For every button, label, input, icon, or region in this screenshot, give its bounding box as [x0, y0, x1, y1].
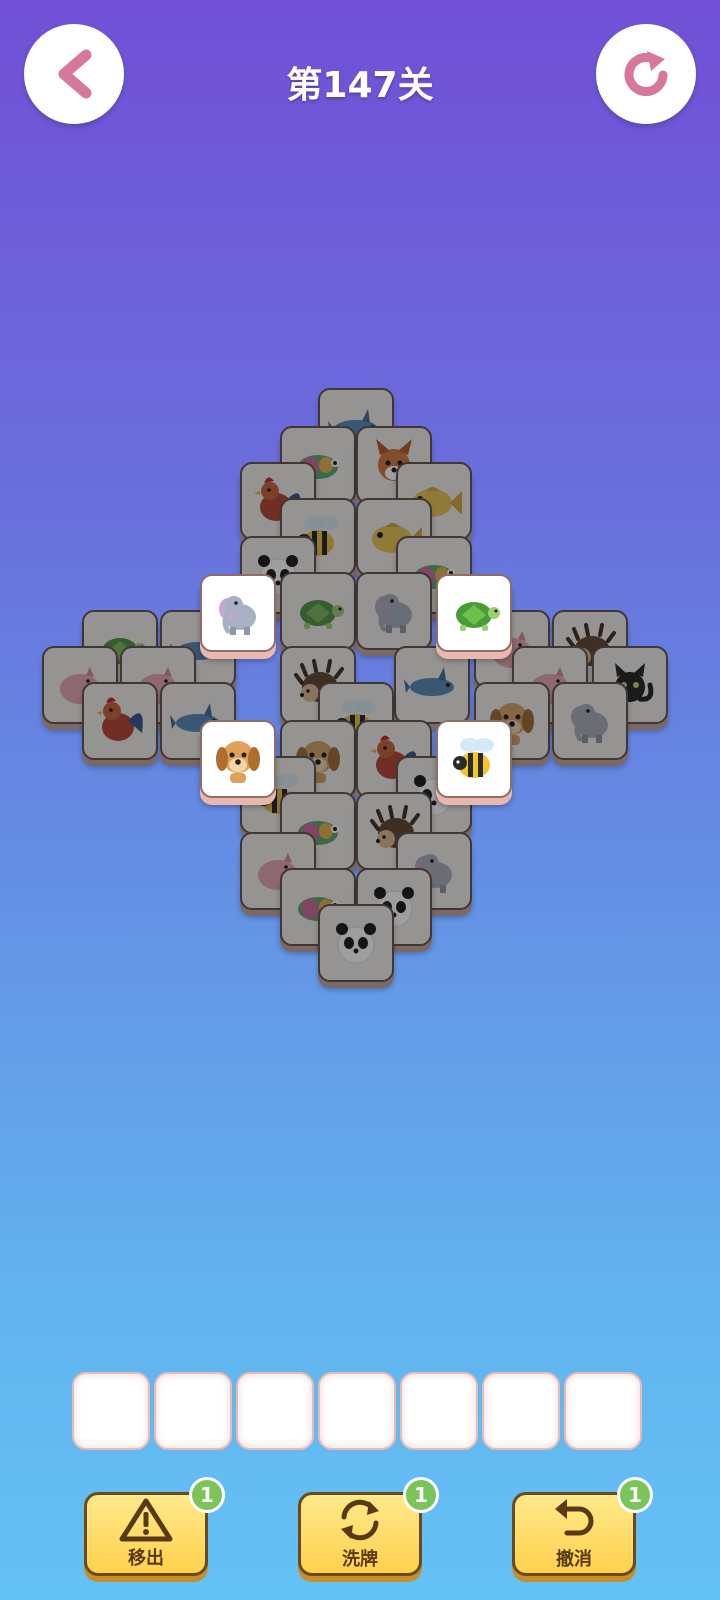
tile-dolphin — [394, 646, 470, 724]
undo-arrow-icon — [555, 1499, 594, 1536]
dog-icon — [216, 741, 260, 783]
shuffle-cycle-icon — [341, 1499, 379, 1541]
tray-slot — [482, 1372, 560, 1450]
tray-slot — [564, 1372, 642, 1450]
shuffle-label: 洗牌 — [342, 1549, 378, 1570]
tray-slot — [72, 1372, 150, 1450]
move-out-count-badge: 1 — [189, 1477, 225, 1513]
tile-turtle — [280, 572, 356, 650]
tile-tray — [72, 1372, 648, 1452]
undo-label: 撤消 — [556, 1549, 592, 1570]
tile-bee[interactable] — [436, 720, 512, 798]
shuffle-count-badge: 1 — [403, 1477, 439, 1513]
tray-slot — [318, 1372, 396, 1450]
tile-turtle[interactable] — [436, 574, 512, 652]
tray-slot — [236, 1372, 314, 1450]
move-out-label: 移出 — [128, 1548, 164, 1569]
tile-board — [0, 0, 720, 1100]
tile-elephant[interactable] — [200, 574, 276, 652]
undo-count-badge: 1 — [617, 1477, 653, 1513]
undo-button[interactable]: 撤消 1 — [512, 1477, 653, 1576]
tile-rooster — [82, 682, 158, 760]
turtle-icon — [456, 602, 500, 631]
bee-icon — [453, 738, 494, 778]
elephant-icon — [375, 594, 412, 633]
elephant-icon — [219, 596, 256, 635]
shuffle-button[interactable]: 洗牌 1 — [298, 1477, 439, 1576]
tile-elephant — [552, 682, 628, 760]
panda-icon — [336, 923, 376, 964]
turtle-icon — [300, 600, 344, 629]
tile-panda — [318, 904, 394, 982]
rooster-icon — [96, 697, 143, 741]
warning-triangle-icon — [119, 1498, 173, 1542]
tile-dog[interactable] — [200, 720, 276, 798]
tray-slot — [154, 1372, 232, 1450]
elephant-icon — [571, 704, 608, 743]
move-out-button[interactable]: 移出 1 — [84, 1477, 225, 1576]
dolphin-icon — [404, 667, 454, 696]
tile-elephant — [356, 572, 432, 650]
tray-slot — [400, 1372, 478, 1450]
